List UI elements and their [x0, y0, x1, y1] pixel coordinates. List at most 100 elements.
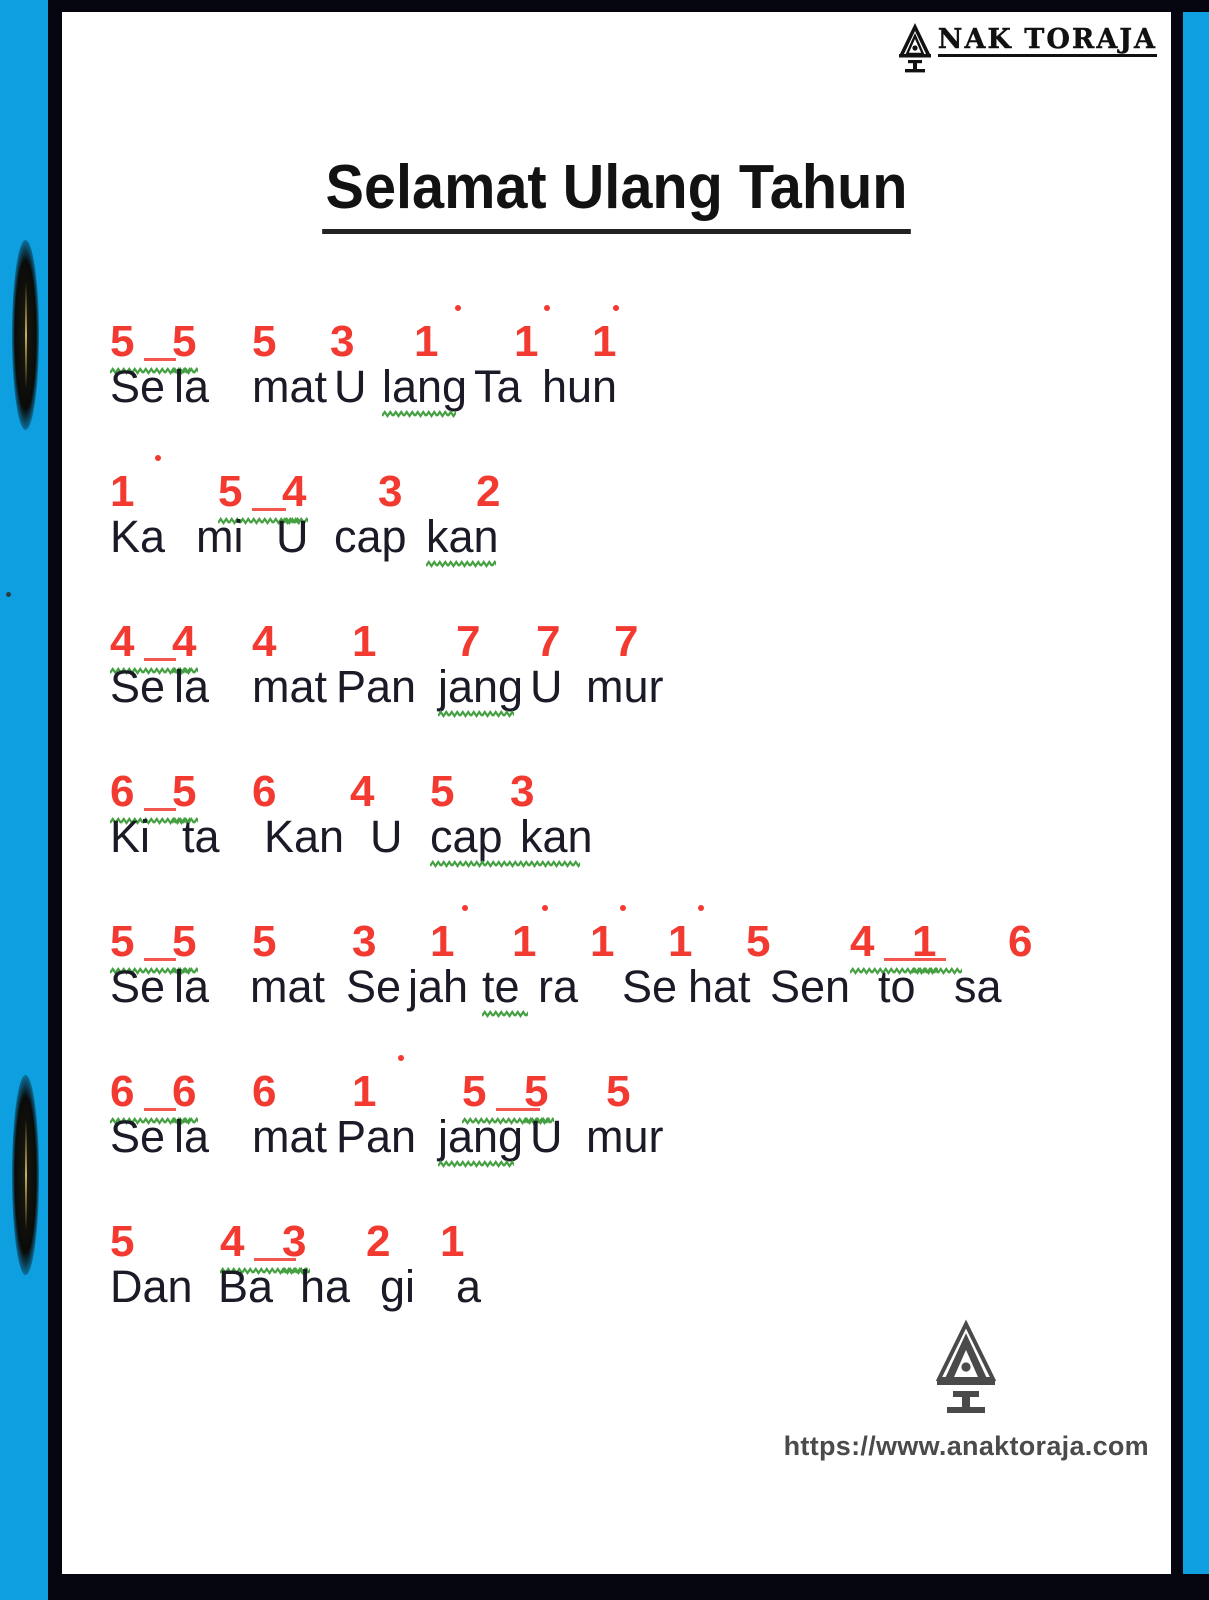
note-1-high: 1 [592, 305, 652, 364]
notation-body: 5 5 5 3 1 1 1 Se la mat Ulang Ta hun 1 5 4 3 2 Ka mi Ucap kan… [110, 302, 1151, 1352]
lyric-syllable: U [530, 1111, 563, 1162]
lyric-syllable: sa [954, 961, 1002, 1012]
notation-line: 5 5 5 3 1 1 1 Se la mat Ulang Ta hun [110, 302, 1151, 426]
note-5: 5 [430, 767, 455, 816]
lyric-syllable: cap [430, 814, 580, 869]
lyric-syllable: hat [688, 961, 751, 1012]
note-5: 5 [252, 317, 277, 366]
lyric-syllable: mur [586, 1111, 664, 1162]
right-blue-border [1183, 0, 1209, 1600]
notation-line: 6 5 6 4 5 3 Ki ta Kan Ucap kan [110, 752, 1151, 876]
note-row: 5 4321 [110, 1202, 1151, 1276]
lyric-syllable: mat [252, 361, 328, 412]
lyric-syllable: U [530, 661, 563, 712]
lyric-syllable: jang [438, 1114, 530, 1169]
note-row: 1543 2 [110, 452, 1151, 526]
note-3: 3 [282, 1220, 366, 1276]
frame-band-bottom [48, 1574, 1209, 1600]
note-5: 5 [524, 1070, 606, 1126]
note-5: 5 [110, 920, 190, 976]
scan-artifact-blob [12, 240, 39, 430]
note-6: 6 [252, 767, 277, 816]
note-5: 5 [606, 1067, 631, 1116]
lyric-syllable: to [878, 961, 916, 1012]
notation-line: 4 4 4 1 7 7 7 Se la mat Pan jang Umur [110, 602, 1151, 726]
spellcheck-underline [438, 710, 514, 719]
lyric-syllable: Kan [264, 811, 345, 862]
lyric-syllable: Ki [110, 811, 151, 862]
page-title-text: Selamat Ulang Tahun [321, 152, 912, 234]
note-5: 5 [172, 920, 252, 976]
octave-dot-icon [544, 305, 550, 311]
note-5: 5 [110, 320, 190, 376]
note-1-high: 1 [110, 455, 218, 514]
lyric-syllable: gi [380, 1261, 416, 1312]
lyric-syllable: Se [110, 1111, 166, 1162]
frame-band-top [48, 0, 1209, 12]
note-1-high: 1 [512, 905, 590, 964]
lyric-syllable: Se [110, 961, 166, 1012]
note-5: 5 [172, 320, 252, 376]
note-3: 3 [330, 317, 355, 366]
note-6: 6 [110, 1070, 190, 1126]
lyric-syllable: kan [520, 811, 593, 862]
note-4: 4 [110, 620, 190, 676]
lyric-row: Ki ta Kan Ucap kan [110, 814, 1151, 876]
spellcheck-underline [438, 1160, 514, 1169]
note-6: 6 [172, 1070, 252, 1126]
note-6: 6 [110, 770, 190, 826]
note-3: 3 [510, 767, 535, 816]
lyric-syllable: ta [182, 811, 220, 862]
lyric-syllable: la [174, 961, 210, 1012]
lyric-syllable: hun [542, 361, 618, 412]
notation-line: 5 5 5 3 1 1 1 1 5 4 1 6 Se la mat Se jah te ra Se hat Sen to sa [110, 902, 1151, 1026]
octave-dot-icon [620, 905, 626, 911]
note-3: 3 [352, 917, 377, 966]
lyric-row: Se la mat Se jah te ra Se hat Sen to sa [110, 964, 1151, 1026]
note-1: 1 [440, 1217, 465, 1266]
note-1: 1 [912, 920, 1008, 976]
note-6: 6 [252, 1067, 277, 1116]
note-5: 5 [110, 1217, 135, 1266]
lyric-syllable: U [334, 361, 367, 412]
octave-dot-icon [462, 905, 468, 911]
watermark-text: NAK TORAJA [937, 24, 1157, 57]
lyric-syllable: jang [438, 664, 530, 719]
frame-band-left [48, 0, 62, 1600]
notation-line: 1 5 4 3 2 Ka mi Ucap kan [110, 452, 1151, 576]
lyric-syllable: mur [586, 661, 664, 712]
note-row: 656453 [110, 752, 1151, 826]
note-1-high: 1 [514, 305, 592, 364]
lyric-syllable: ra [538, 961, 579, 1012]
octave-dot-icon [698, 905, 704, 911]
scan-artifact-blob [12, 1075, 39, 1275]
toraja-house-logo-icon [936, 1319, 997, 1413]
note-6: 6 [1008, 917, 1033, 966]
note-4: 4 [350, 767, 375, 816]
note-2: 2 [476, 467, 501, 516]
lyric-syllable: Pan [336, 661, 417, 712]
note-1-high: 1 [668, 905, 746, 964]
note-4: 4 [282, 470, 378, 526]
lyric-syllable: Ba [218, 1261, 274, 1312]
toraja-house-icon [898, 23, 931, 73]
left-blue-border [0, 0, 48, 1600]
lyric-syllable: la [174, 361, 210, 412]
octave-dot-icon [455, 305, 461, 311]
note-row: 5553111 [110, 302, 1151, 376]
note-3: 3 [378, 467, 403, 516]
lyric-row: Se la mat Pan jang Umur [110, 1114, 1151, 1176]
lyric-syllable: la [174, 1111, 210, 1162]
notation-line: 6 6 6 1 5 5 5 Se la mat Pan jang Umur [110, 1052, 1151, 1176]
note-5: 5 [218, 470, 300, 526]
note-1-high: 1 [414, 305, 514, 364]
lyric-syllable: Dan [110, 1261, 193, 1312]
note-1: 1 [352, 617, 377, 666]
spellcheck-underline [482, 1010, 528, 1019]
note-4: 4 [252, 617, 277, 666]
frame-band-right [1171, 0, 1183, 1600]
lyric-syllable: a [456, 1261, 482, 1312]
octave-dot-icon [613, 305, 619, 311]
song-sheet: NAK TORAJA Selamat Ulang Tahun 5 5 5 3 1 1 1 Se… [62, 12, 1171, 1574]
scanned-page: NAK TORAJA Selamat Ulang Tahun 5 5 5 3 1 1 1 Se… [0, 0, 1209, 1600]
